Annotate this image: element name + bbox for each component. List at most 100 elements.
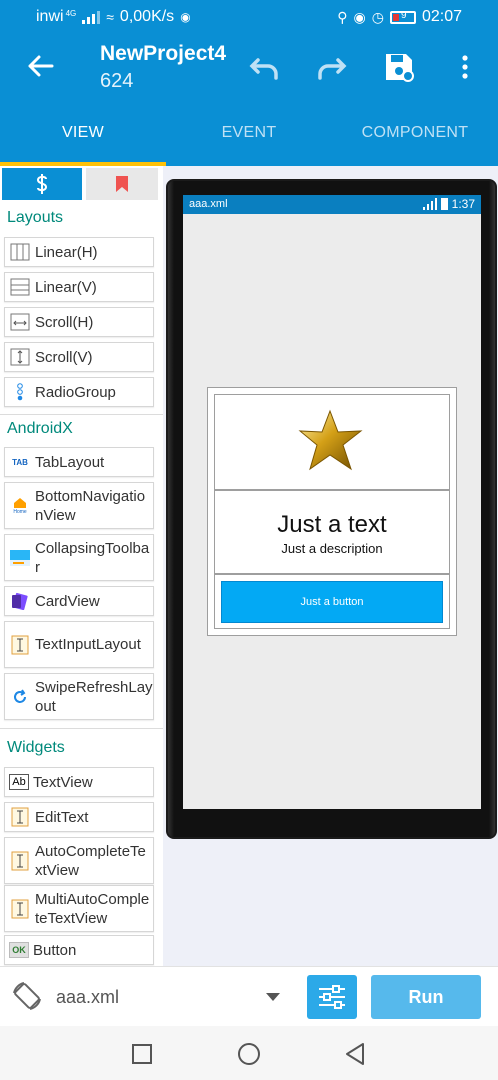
- project-title: NewProject4: [100, 42, 227, 65]
- alarm-icon: ◷: [371, 8, 384, 25]
- palette-item-label: TabLayout: [35, 453, 105, 471]
- back-icon[interactable]: [343, 1042, 367, 1066]
- project-id: 624: [100, 70, 134, 92]
- palette-item-label: TextInputLayout: [35, 636, 141, 653]
- palette-item-label: EditText: [35, 808, 89, 826]
- eye-icon: ◉: [353, 8, 366, 25]
- palette-item-label: BottomNavigationView: [35, 487, 146, 524]
- wifi-icon: ≈: [106, 9, 114, 25]
- preview-status-bar: aaa.xml 1:37: [183, 195, 481, 214]
- battery-level: 9: [400, 9, 407, 21]
- widget-palette: Layouts Linear(H) Linear(V) Scroll(H) Sc…: [0, 166, 163, 966]
- preview-heading: Just a text: [277, 511, 387, 538]
- preview-button-container: Just a button: [214, 574, 450, 629]
- palette-item-scroll-v[interactable]: Scroll(V): [4, 342, 154, 372]
- preview-signal-icon: [422, 198, 437, 210]
- undo-icon[interactable]: [248, 50, 282, 84]
- textview-icon: Ab: [9, 774, 29, 790]
- divider: [0, 728, 163, 729]
- section-layouts: Layouts: [7, 209, 64, 226]
- rotate-screen-icon[interactable]: [10, 979, 44, 1013]
- redo-icon[interactable]: [314, 50, 348, 84]
- collapsing-toolbar-icon: [9, 547, 31, 569]
- bottomnav-badge: Home: [13, 508, 27, 515]
- palette-item-label: RadioGroup: [35, 383, 116, 401]
- palette-item-cardview[interactable]: CardView: [4, 586, 154, 616]
- tablayout-icon: TAB: [12, 457, 28, 467]
- linear-v-icon: [9, 276, 31, 298]
- palette-item-label: CardView: [35, 592, 100, 610]
- preview-linear-layout[interactable]: Just a text Just a description Just a bu…: [207, 387, 457, 636]
- palette-item-linear-v[interactable]: Linear(V): [4, 272, 154, 302]
- network-type: 4G: [65, 8, 77, 18]
- palette-item-label: Linear(V): [35, 278, 97, 296]
- scroll-h-icon: [9, 311, 31, 333]
- carrier-label: inwi: [36, 8, 64, 25]
- palette-item-label: CollapsingToolbar: [35, 539, 150, 576]
- multiautocomplete-icon: [9, 898, 31, 920]
- palette-item-textinputlayout[interactable]: TextInputLayout: [4, 621, 154, 668]
- section-widgets: Widgets: [7, 739, 65, 756]
- system-nav-bar: [0, 1026, 498, 1080]
- key-icon: ⚲: [337, 8, 348, 25]
- palette-item-tablayout[interactable]: TAB TabLayout: [4, 447, 154, 477]
- palette-item-bottomnavigationview[interactable]: Home BottomNavigationView: [4, 482, 154, 529]
- palette-item-edittext[interactable]: EditText: [4, 802, 154, 832]
- autocomplete-icon: [9, 850, 31, 872]
- properties-button[interactable]: [307, 975, 357, 1019]
- editor-tabs: VIEW EVENT COMPONENT: [0, 100, 498, 166]
- palette-item-label: TextView: [33, 773, 93, 791]
- radiogroup-icon: [9, 381, 31, 403]
- palette-item-textview[interactable]: Ab TextView: [4, 767, 154, 797]
- clock: 02:07: [421, 8, 462, 25]
- preview-filename: aaa.xml: [189, 198, 228, 210]
- palette-item-button[interactable]: OK Button: [4, 935, 154, 965]
- preview-text-block[interactable]: Just a text Just a description: [214, 490, 450, 574]
- notification-icon: ◉: [180, 10, 191, 24]
- tab-component[interactable]: COMPONENT: [332, 100, 498, 166]
- palette-item-linear-h[interactable]: Linear(H): [4, 237, 154, 267]
- bookmark-icon: [116, 176, 128, 192]
- preview-description: Just a description: [281, 541, 383, 556]
- chevron-down-icon[interactable]: [266, 993, 280, 1001]
- scroll-v-icon: [9, 346, 31, 368]
- palette-tab-bookmarks[interactable]: [86, 168, 158, 200]
- star-icon: [298, 409, 363, 471]
- palette-item-collapsingtoolbar[interactable]: CollapsingToolbar: [4, 534, 154, 581]
- save-icon[interactable]: [382, 50, 416, 84]
- preview-imageview[interactable]: [214, 394, 450, 490]
- swiperefresh-icon: [9, 686, 31, 708]
- palette-item-autocompletetextview[interactable]: AutoCompleteTextView: [4, 837, 154, 884]
- palette-item-label: Scroll(V): [35, 348, 93, 366]
- textinput-icon: [9, 634, 31, 656]
- palette-item-label: Scroll(H): [35, 313, 94, 331]
- palette-item-label: Linear(H): [35, 243, 98, 261]
- palette-item-label: AutoCompleteTextView: [35, 842, 146, 879]
- dollar-icon: [36, 174, 48, 194]
- recent-apps-icon[interactable]: [130, 1042, 154, 1066]
- tab-view[interactable]: VIEW: [0, 100, 166, 166]
- more-options-icon[interactable]: [448, 50, 482, 84]
- palette-item-radiogroup[interactable]: RadioGroup: [4, 377, 154, 407]
- palette-item-scroll-h[interactable]: Scroll(H): [4, 307, 154, 337]
- status-bar: inwi 4G ≈ 0,00K/s ◉ ⚲ ◉ ◷ 9 02:07: [0, 0, 498, 34]
- back-arrow-icon[interactable]: [24, 50, 56, 82]
- cardview-icon: [9, 590, 31, 612]
- palette-item-multiautocompletetextview[interactable]: MultiAutoCompleteTextView: [4, 885, 154, 932]
- tab-event[interactable]: EVENT: [166, 100, 332, 166]
- net-speed: 0,00K/s: [119, 8, 175, 25]
- preview-button[interactable]: Just a button: [221, 581, 443, 623]
- linear-h-icon: [9, 241, 31, 263]
- palette-item-label: SwipeRefreshLayout: [35, 678, 153, 715]
- battery-icon: 9: [389, 9, 416, 24]
- home-icon[interactable]: [237, 1042, 261, 1066]
- palette-tab-widgets[interactable]: [2, 168, 82, 200]
- layout-file-select[interactable]: aaa.xml: [56, 987, 119, 1008]
- run-button[interactable]: Run: [371, 975, 481, 1019]
- bottom-bar: aaa.xml Run: [0, 966, 498, 1026]
- device-screen: aaa.xml 1:37 Just a text Just a descript…: [183, 195, 481, 809]
- palette-item-swiperefreshlayout[interactable]: SwipeRefreshLayout: [4, 673, 154, 720]
- edittext-icon: [9, 806, 31, 828]
- button-icon: OK: [9, 942, 29, 958]
- sliders-icon: [319, 985, 345, 1009]
